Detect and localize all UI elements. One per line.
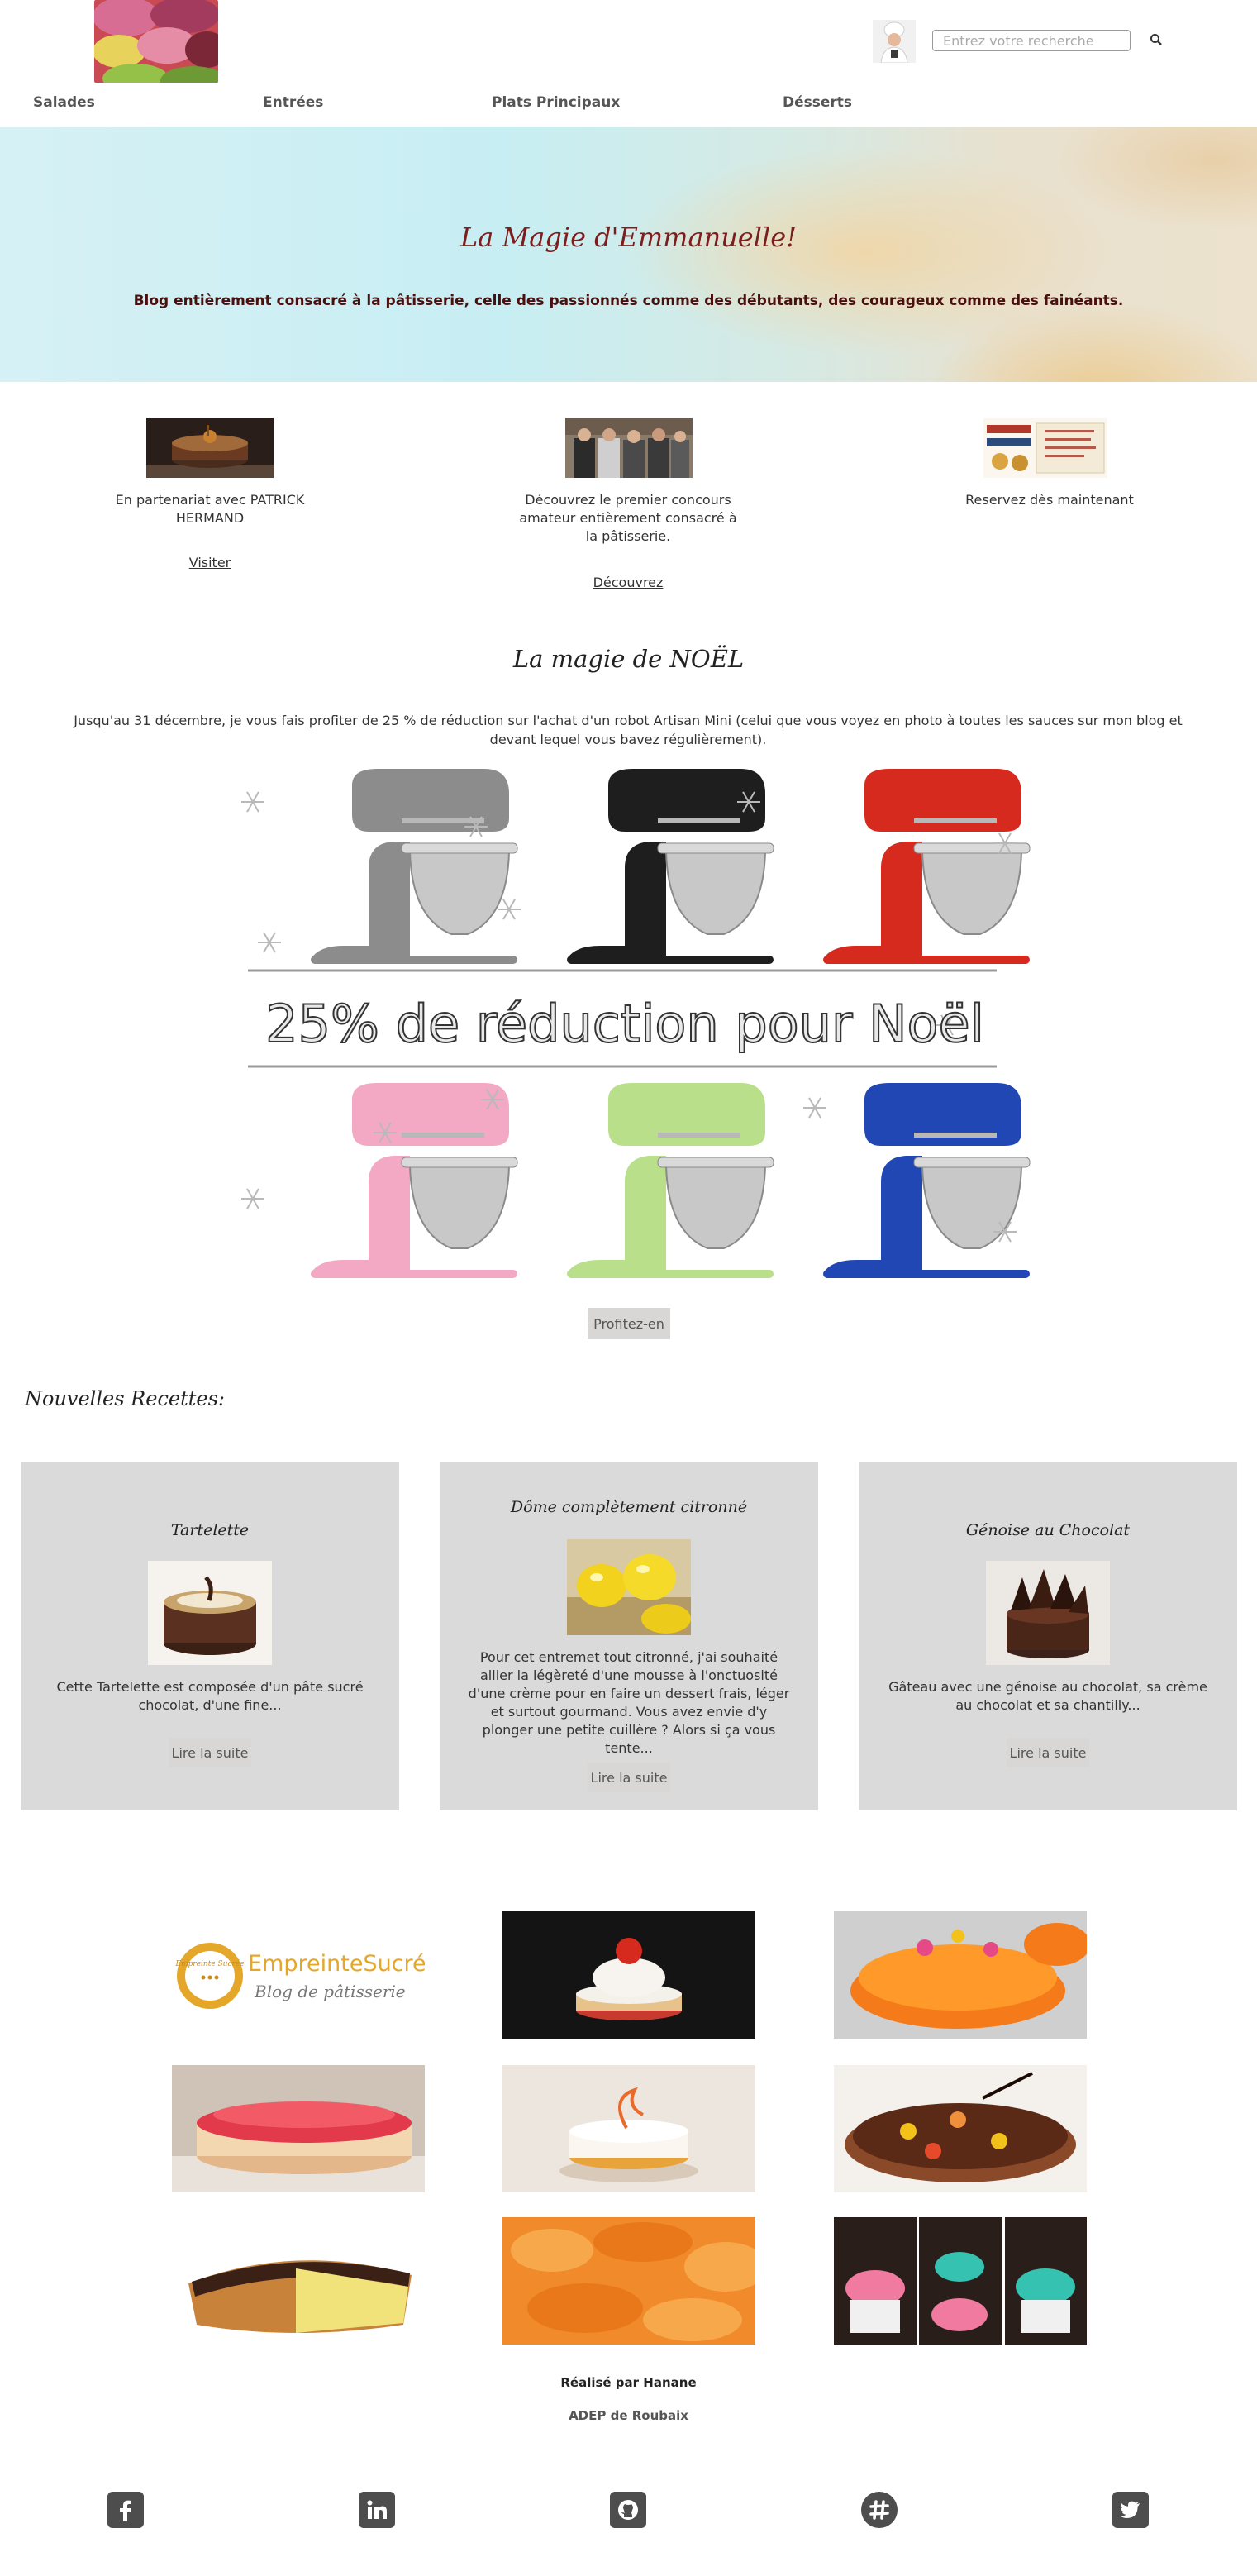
partner-2-link[interactable]: Découvrez [512, 574, 744, 592]
github-link[interactable] [610, 2492, 646, 2528]
twitter-icon [1120, 2501, 1140, 2518]
recipe-card-dome: Dôme complètement citronné Pour cet entr… [440, 1462, 818, 1810]
hero-title: La Magie d'Emmanuelle! [460, 222, 797, 253]
search-input[interactable] [932, 30, 1131, 51]
gallery-logo-sub: Blog de pâtisserie [254, 1982, 406, 2001]
slack-icon [869, 2500, 889, 2520]
linkedin-icon [367, 2500, 387, 2519]
site-logo[interactable] [94, 0, 218, 83]
facebook-icon [120, 2500, 131, 2521]
gallery-dessert-orange-entremet[interactable] [834, 1911, 1087, 2039]
gallery-dessert-white-tart[interactable] [502, 2065, 755, 2192]
facebook-link[interactable] [107, 2492, 144, 2528]
read-more-button[interactable]: Lire la suite [1007, 1738, 1089, 1767]
recipe-card-tartelette: Tartelette Cette Tartelette est composée… [21, 1462, 399, 1810]
recipe-desc: Gâteau avec une génoise au chocolat, sa … [888, 1679, 1207, 1713]
github-icon [618, 2500, 638, 2520]
gallery-dessert-cupcakes[interactable] [834, 2217, 1087, 2345]
gallery-dessert-strawberry-cake[interactable] [172, 2065, 425, 2192]
twitter-link[interactable] [1112, 2492, 1149, 2528]
search-button[interactable] [1145, 30, 1167, 51]
partner-cake-image [146, 418, 274, 478]
partner-2-text: Découvrez le premier concours amateur en… [519, 492, 737, 544]
recipe-card-genoise: Génoise au Chocolat Gâteau avec une géno… [859, 1462, 1237, 1810]
recipe-desc: Pour cet entremet tout citronné, j'ai so… [468, 1649, 790, 1756]
footer-credit: Réalisé par Hanane [560, 2375, 697, 2390]
slack-link[interactable] [861, 2492, 898, 2528]
profitez-button[interactable]: Profitez-en [588, 1308, 670, 1339]
noel-title: La magie de NOËL [512, 645, 745, 673]
gallery-logo-text: EmpreinteSucrée.fr [248, 1951, 425, 1977]
nav-item-desserts[interactable]: Désserts [783, 94, 852, 111]
nav-item-salades[interactable]: Salades [33, 94, 95, 111]
recipe-image-dome[interactable] [567, 1539, 691, 1635]
partner-1-text: En partenariat avec PATRICK HERMAND [115, 492, 305, 526]
partner-chefs-image [565, 418, 693, 478]
recipe-desc: Cette Tartelette est composée d'un pâte … [56, 1679, 364, 1713]
recipe-title[interactable]: Tartelette [21, 1521, 399, 1539]
partner-portugal-image [983, 418, 1107, 478]
partner-2: Découvrez le premier concours amateur en… [512, 491, 744, 546]
recipes-title: Nouvelles Recettes: [25, 1387, 225, 1410]
recipe-title[interactable]: Dôme complètement citronné [440, 1498, 818, 1516]
linkedin-link[interactable] [359, 2492, 395, 2528]
read-more-button[interactable]: Lire la suite [169, 1738, 251, 1767]
promo-banner: 25% de réduction pour Noël [220, 769, 1058, 1291]
promo-banner-text: 25% de réduction pour Noël [265, 994, 984, 1054]
nav-item-plats[interactable]: Plats Principaux [492, 94, 620, 111]
partner-3-title[interactable]: Reservez dès maintenant [926, 491, 1174, 509]
gallery-dessert-fried-pastry[interactable] [502, 2217, 755, 2345]
hero-banner: La Magie d'Emmanuelle! Blog entièrement … [0, 127, 1257, 382]
gallery-dessert-chocolate-tart[interactable] [834, 2065, 1087, 2192]
chef-avatar[interactable] [873, 20, 916, 64]
nav-item-entrees[interactable]: Entrées [263, 94, 323, 111]
recipe-image-genoise[interactable] [986, 1561, 1110, 1665]
recipe-title[interactable]: Génoise au Chocolat [859, 1521, 1237, 1539]
noel-text: Jusqu'au 31 décembre, je vous fais profi… [74, 713, 1183, 747]
gallery-dessert-red-tartlet[interactable] [502, 1911, 755, 2039]
footer-org: ADEP de Roubaix [569, 2408, 688, 2423]
hero-subtitle: Blog entièrement consacré à la pâtisseri… [133, 293, 1124, 309]
gallery-dessert-flan[interactable] [172, 2217, 425, 2345]
gallery-logo-empreinte[interactable]: Empreinte Sucrée EmpreinteSucrée.fr Blog… [172, 1911, 425, 2039]
partner-1-link[interactable]: Visiter [102, 554, 317, 572]
search-icon [1150, 33, 1162, 45]
read-more-button[interactable]: Lire la suite [588, 1763, 670, 1792]
recipe-image-tartelette[interactable] [148, 1561, 272, 1665]
svg-text:Empreinte Sucrée: Empreinte Sucrée [175, 1959, 245, 1968]
partner-1: En partenariat avec PATRICK HERMAND [102, 491, 317, 527]
